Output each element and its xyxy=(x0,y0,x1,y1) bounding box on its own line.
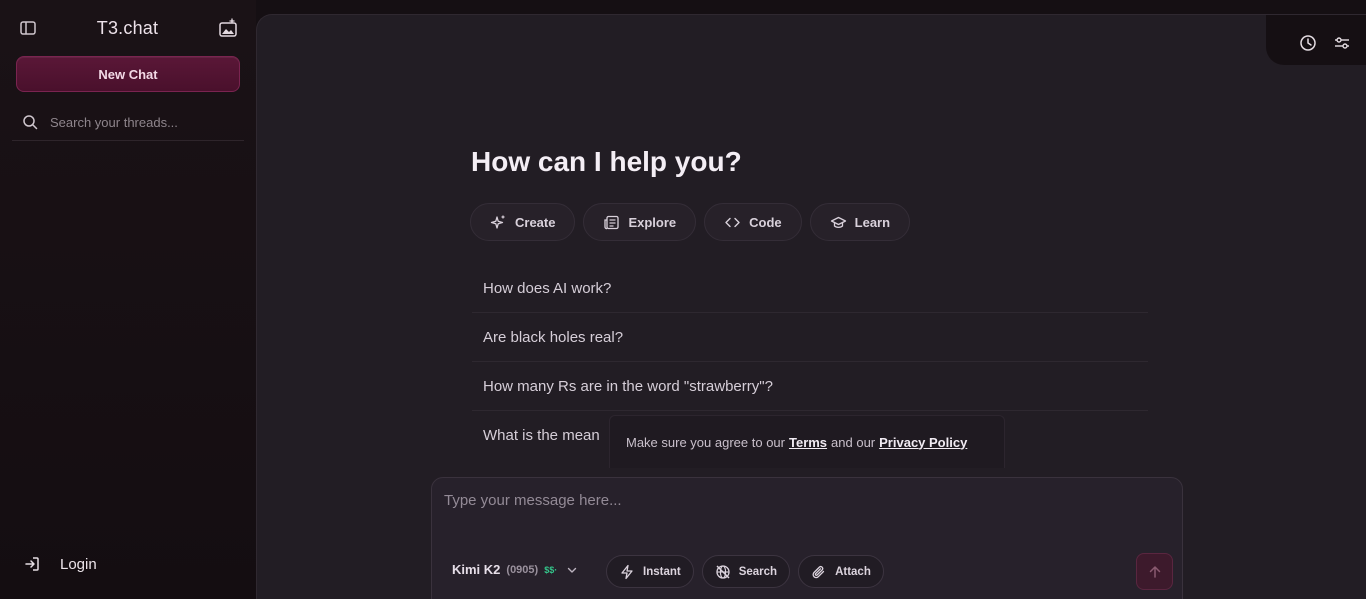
instant-button[interactable]: Instant xyxy=(606,555,694,588)
login-button[interactable]: Login xyxy=(24,552,97,576)
login-label: Login xyxy=(60,555,97,573)
attach-label: Attach xyxy=(835,565,871,578)
model-selector[interactable]: Kimi K2 (0905) $$· xyxy=(452,562,578,577)
search-input[interactable] xyxy=(50,114,240,130)
message-composer: Kimi K2 (0905) $$· Instant Search xyxy=(431,477,1183,599)
model-version: (0905) xyxy=(506,563,539,576)
learn-chip-label: Learn xyxy=(854,214,891,230)
search-toggle-button[interactable]: Search xyxy=(701,555,791,588)
globe-off-icon xyxy=(716,564,730,579)
lightning-icon xyxy=(621,564,633,579)
graduation-cap-icon xyxy=(830,216,846,228)
suggestion-item[interactable]: Are black holes real? xyxy=(472,313,1148,362)
explore-chip[interactable]: Explore xyxy=(583,203,697,241)
paperclip-icon xyxy=(812,565,825,578)
explore-chip-label: Explore xyxy=(628,214,677,230)
notice-middle: and our xyxy=(831,434,876,450)
suggestion-item[interactable]: How many Rs are in the word "strawberry"… xyxy=(472,362,1148,411)
category-chips: Create Explore Code Learn xyxy=(470,203,911,241)
history-icon[interactable] xyxy=(1298,33,1318,53)
create-chip[interactable]: Create xyxy=(470,203,576,241)
thread-search xyxy=(12,104,244,141)
code-icon xyxy=(725,217,740,227)
arrow-up-icon xyxy=(1149,565,1160,578)
suggestion-item[interactable]: How does AI work? xyxy=(472,264,1148,313)
sidebar-toggle-icon[interactable] xyxy=(18,18,38,38)
terms-link[interactable]: Terms xyxy=(789,435,827,450)
privacy-policy-link[interactable]: Privacy Policy xyxy=(879,435,967,450)
sparkles-icon xyxy=(490,215,505,229)
code-chip-label: Code xyxy=(749,214,782,230)
chevron-down-icon xyxy=(568,567,577,573)
new-chat-button[interactable]: New Chat xyxy=(16,56,240,92)
search-toggle-label: Search xyxy=(738,565,778,578)
attach-button[interactable]: Attach xyxy=(798,555,884,588)
message-input[interactable] xyxy=(444,492,1144,532)
instant-label: Instant xyxy=(643,565,681,578)
new-image-icon[interactable] xyxy=(217,17,239,39)
top-right-toolbar xyxy=(1266,15,1366,65)
code-chip[interactable]: Code xyxy=(704,203,802,241)
sidebar: T3.chat New Chat Login xyxy=(0,0,256,599)
terms-notice: Make sure you agree to our Terms and our… xyxy=(609,415,1005,468)
newspaper-icon xyxy=(604,215,620,229)
create-chip-label: Create xyxy=(515,214,556,230)
send-button[interactable] xyxy=(1136,553,1173,590)
learn-chip[interactable]: Learn xyxy=(809,203,911,241)
login-icon xyxy=(25,557,39,571)
settings-sliders-icon[interactable] xyxy=(1332,33,1352,53)
app-logo: T3.chat xyxy=(96,18,159,38)
notice-prefix: Make sure you agree to our xyxy=(626,434,785,450)
composer-tools: Instant Search Attach xyxy=(606,555,884,588)
page-title: How can I help you? xyxy=(471,146,742,177)
model-cost-badge: $$· xyxy=(544,564,558,575)
search-icon xyxy=(23,115,38,130)
model-name: Kimi K2 xyxy=(452,562,501,577)
